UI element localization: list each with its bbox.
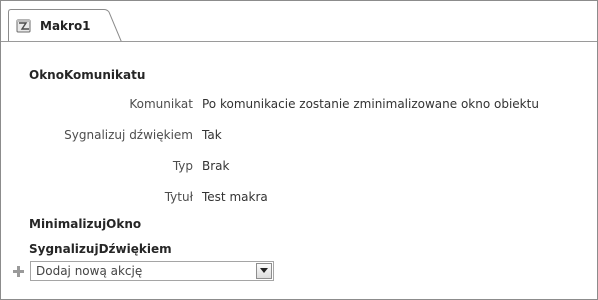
argument-label-typ: Typ (172, 159, 193, 173)
macro-editor: OknoKomunikatu Komunikat Po komunikacie … (1, 42, 597, 299)
add-new-action-text: Dodaj nową akcję (36, 264, 143, 278)
argument-value-typ[interactable]: Brak (202, 159, 229, 173)
argument-value-komunikat[interactable]: Po komunikacie zostanie zminimalizowane … (202, 97, 539, 111)
document-tab-strip: Makro1 (1, 1, 597, 42)
action-okno-komunikatu[interactable]: OknoKomunikatu (29, 68, 145, 82)
argument-label-sygnalizuj-dzwiekiem: Sygnalizuj dźwiękiem (64, 128, 193, 142)
argument-value-tytul[interactable]: Test makra (202, 190, 268, 204)
action-sygnalizuj-dzwiekiem[interactable]: SygnalizujDźwiękiem (29, 242, 172, 256)
argument-label-komunikat: Komunikat (129, 97, 193, 111)
add-new-action-combobox[interactable]: Dodaj nową akcję (30, 261, 274, 281)
macro-designer-window: Makro1 OknoKomunikatu Komunikat Po komun… (0, 0, 598, 300)
chevron-down-icon (260, 268, 268, 273)
action-minimalizuj-okno[interactable]: MinimalizujOkno (29, 217, 141, 231)
tab-makro1[interactable]: Makro1 (8, 9, 122, 42)
argument-label-tytul: Tytuł (164, 190, 193, 204)
add-action-dropdown-button[interactable] (256, 263, 272, 279)
tab-title: Makro1 (40, 19, 91, 33)
macro-icon (16, 19, 31, 33)
plus-icon[interactable] (13, 266, 24, 277)
argument-value-sygnalizuj-dzwiekiem[interactable]: Tak (202, 128, 222, 142)
